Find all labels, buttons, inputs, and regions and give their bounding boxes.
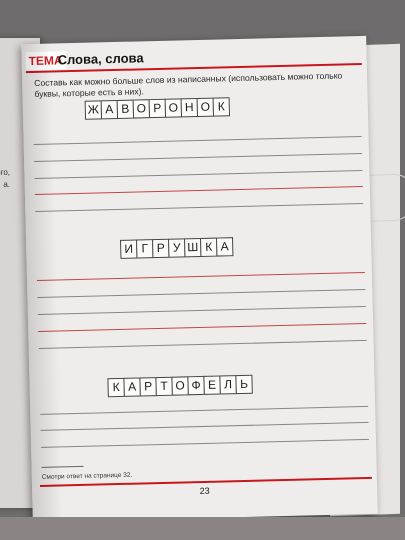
table-surface — [0, 517, 405, 540]
writing-line[interactable] — [36, 271, 365, 281]
word-boxes-1: Ж А В О Р О Н О К — [84, 97, 231, 120]
word-boxes-3: К А Р Т О Ф Е Л Ь — [107, 374, 253, 398]
writing-line[interactable] — [34, 152, 362, 163]
footnote: Смотри ответ на странице 32. — [41, 471, 133, 481]
writing-line[interactable] — [34, 169, 363, 180]
letter-box: Л — [219, 375, 237, 395]
letter-box: У — [168, 238, 186, 258]
letter-box: К — [212, 97, 231, 117]
letter-box: И — [120, 239, 138, 259]
letter-box: Ь — [235, 374, 253, 395]
writing-line[interactable] — [40, 405, 369, 415]
left-page-text: ого, — [0, 168, 10, 177]
letter-box: О — [196, 97, 215, 118]
task-instruction: Составь как можно больше слов из написан… — [34, 70, 343, 99]
letter-box: Ж — [84, 100, 103, 120]
writing-line[interactable] — [38, 339, 367, 349]
writing-line[interactable] — [38, 322, 367, 332]
word-boxes-2: И Г Р У Ш К А — [120, 237, 234, 259]
letter-box: Р — [152, 238, 170, 259]
writing-line[interactable] — [40, 421, 369, 431]
letter-box: О — [171, 376, 189, 396]
letter-box: О — [164, 98, 183, 118]
writing-line[interactable] — [34, 185, 363, 195]
letter-box: Т — [155, 376, 173, 397]
left-page-text: а. — [3, 180, 10, 189]
writing-line[interactable] — [37, 305, 366, 315]
letter-box: Е — [203, 375, 221, 395]
workbook-page: ТЕМА Слова, слова Составь как можно боль… — [21, 35, 378, 523]
page-header: ТЕМА Слова, слова — [21, 44, 366, 74]
footnote-divider — [41, 465, 84, 468]
letter-box: А — [123, 377, 141, 397]
letter-box: Г — [136, 239, 154, 259]
letter-box: Ф — [187, 375, 205, 396]
letter-box: К — [107, 377, 125, 398]
page-title: Слова, слова — [57, 50, 144, 68]
letter-box: Р — [139, 377, 157, 397]
writing-line[interactable] — [41, 438, 369, 448]
writing-line[interactable] — [35, 202, 364, 212]
letter-box: В — [116, 99, 135, 119]
photo-scene: ого, а. ТЕМА Слова, слова Составь как мо… — [0, 0, 405, 540]
letter-box: А — [215, 237, 234, 257]
letter-box: А — [100, 99, 119, 120]
letter-box: Р — [148, 98, 167, 119]
letter-box: Ш — [184, 237, 202, 258]
letter-box: Н — [180, 97, 199, 118]
writing-line[interactable] — [37, 288, 366, 298]
letter-box: О — [132, 99, 151, 119]
writing-line[interactable] — [33, 135, 362, 146]
letter-box: К — [199, 237, 218, 257]
